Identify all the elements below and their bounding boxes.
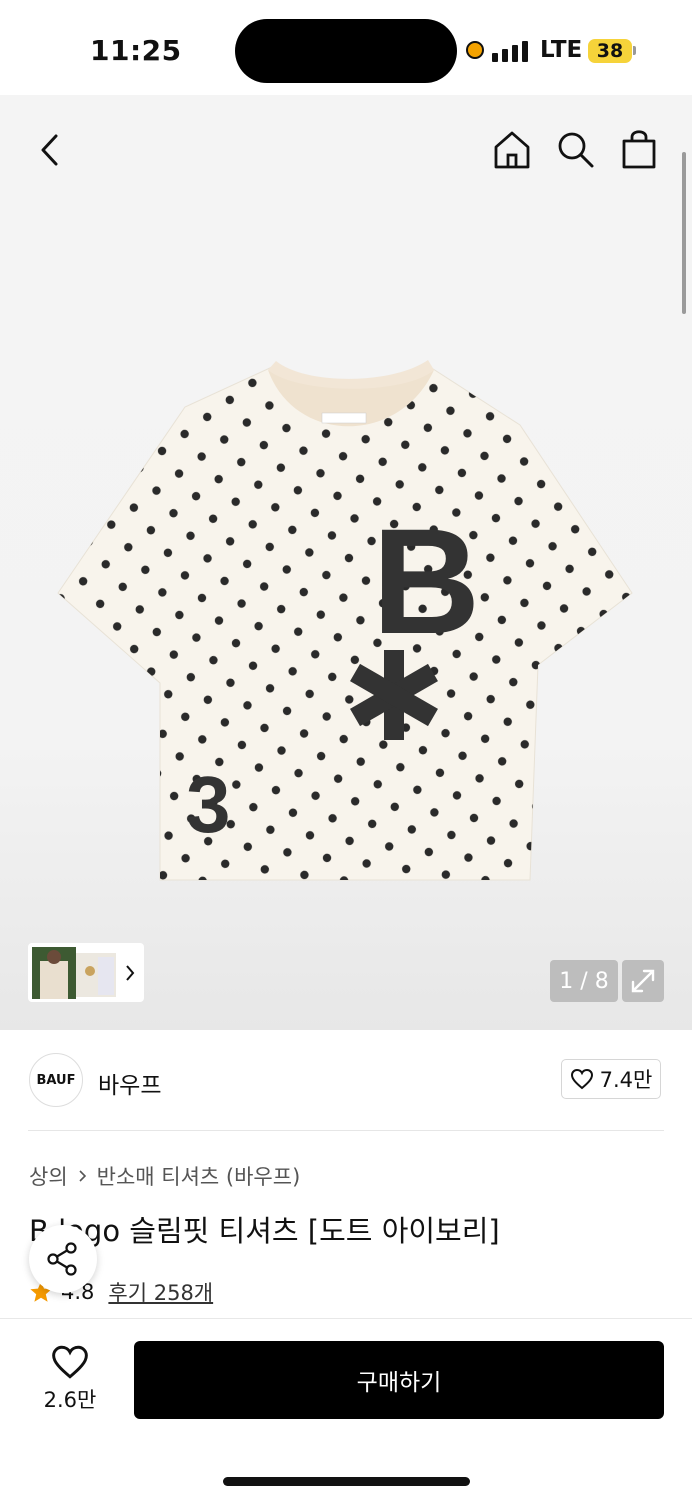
product-image: B 3 [57, 360, 633, 881]
share-button[interactable] [29, 1225, 97, 1293]
wish-count: 2.6만 [43, 1388, 97, 1412]
thumbnail-strip[interactable] [28, 943, 144, 1002]
buy-button[interactable]: 구매하기 [134, 1341, 664, 1419]
brand-like-button[interactable]: 7.4만 [561, 1059, 661, 1099]
chevron-right-icon[interactable] [124, 964, 136, 982]
dynamic-island [235, 19, 457, 83]
breadcrumb-subcategory[interactable]: 반소매 티셔츠 (바우프) [97, 1161, 301, 1191]
battery-tip [633, 46, 636, 55]
brand-logo[interactable]: BAUF [29, 1053, 83, 1107]
brand-like-count: 7.4만 [599, 1068, 653, 1092]
expand-icon [631, 969, 655, 993]
status-time: 11:25 [90, 34, 182, 67]
divider [28, 1130, 664, 1131]
shopping-bag-icon[interactable] [620, 128, 658, 170]
home-indicator[interactable] [223, 1477, 470, 1486]
tshirt-shape [57, 360, 633, 881]
battery-icon: 38 [588, 39, 632, 63]
expand-button[interactable] [622, 960, 664, 1002]
heart-icon[interactable] [50, 1344, 90, 1380]
share-icon [47, 1242, 77, 1276]
page-indicator: 1 / 8 [550, 960, 618, 1002]
network-type: LTE [540, 37, 583, 63]
print-letter: B [372, 497, 480, 665]
scrollbar[interactable] [682, 152, 686, 314]
print-number: 3 [186, 760, 231, 849]
heart-icon [570, 1068, 593, 1090]
breadcrumb-category[interactable]: 상의 [29, 1161, 68, 1191]
recording-indicator-icon [466, 41, 484, 59]
review-link[interactable]: 후기 258개 [108, 1277, 213, 1307]
chevron-right-icon [79, 1170, 86, 1182]
product-image-gallery[interactable]: B 3 [0, 95, 692, 1030]
back-arrow-icon[interactable] [36, 133, 64, 167]
brand-name[interactable]: 바우프 [98, 1066, 161, 1100]
breadcrumb: 상의 반소매 티셔츠 (바우프) [29, 1161, 300, 1191]
search-icon[interactable] [557, 131, 595, 169]
signal-icon [492, 40, 528, 62]
product-title: B logo 슬림핏 티셔츠 [도트 아이보리] [29, 1214, 500, 1248]
home-icon[interactable] [493, 130, 531, 170]
